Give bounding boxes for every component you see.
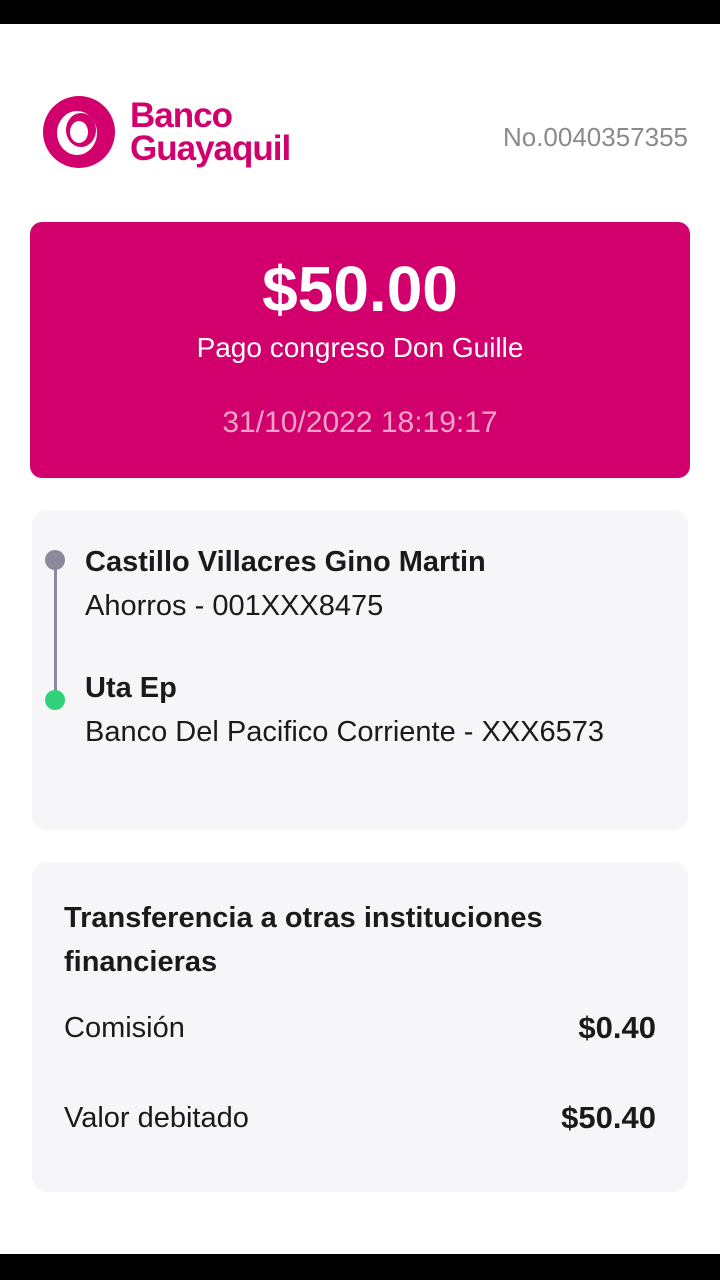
origin-dot-icon bbox=[45, 550, 65, 570]
origin-name: Castillo Villacres Gino Martin bbox=[85, 546, 486, 578]
transfer-amount: $50.00 bbox=[262, 253, 458, 325]
bank-name-line1: Banco bbox=[130, 96, 233, 135]
destination-dot-icon bbox=[45, 690, 65, 710]
status-bar bbox=[0, 0, 720, 24]
destination-name: Uta Ep bbox=[85, 672, 177, 704]
transaction-type: Transferencia a otras instituciones fina… bbox=[64, 902, 543, 978]
transfer-datetime: 31/10/2022 18:19:17 bbox=[222, 406, 498, 439]
amount-card: $50.00 Pago congreso Don Guille 31/10/20… bbox=[30, 222, 690, 478]
commission-label: Comisión bbox=[64, 1012, 185, 1044]
commission-value: $0.40 bbox=[578, 1010, 656, 1045]
debited-label: Valor debitado bbox=[64, 1102, 249, 1134]
parties-card: Castillo Villacres Gino Martin Ahorros -… bbox=[32, 510, 688, 830]
bank-name: Banco Guayaquil bbox=[130, 96, 291, 168]
origin-account: Ahorros - 001XXX8475 bbox=[85, 590, 384, 622]
navigation-bar bbox=[0, 1254, 720, 1280]
bank-logo: Banco Guayaquil bbox=[42, 95, 332, 175]
timeline-line bbox=[54, 560, 57, 700]
bank-logo-icon bbox=[43, 96, 115, 168]
details-card: Transferencia a otras instituciones fina… bbox=[32, 862, 688, 1192]
receipt-number: No.0040357355 bbox=[502, 122, 688, 152]
transfer-concept: Pago congreso Don Guille bbox=[196, 332, 524, 363]
bank-name-line2: Guayaquil bbox=[130, 129, 291, 168]
debited-value: $50.40 bbox=[561, 1100, 656, 1135]
destination-account: Banco Del Pacifico Corriente - XXX6573 bbox=[85, 716, 605, 748]
